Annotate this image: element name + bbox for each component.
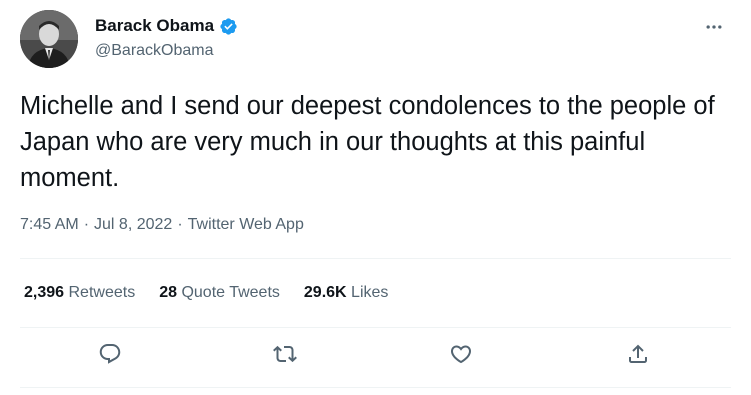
tweet-card: Barack Obama @BarackObama Michelle and I… bbox=[0, 0, 751, 395]
retweet-icon bbox=[273, 342, 297, 371]
divider bbox=[20, 327, 731, 328]
reply-icon bbox=[98, 342, 122, 371]
name-row: Barack Obama bbox=[95, 14, 238, 38]
verified-badge-icon bbox=[219, 17, 238, 36]
reply-button[interactable] bbox=[97, 343, 123, 369]
share-button[interactable] bbox=[625, 343, 651, 369]
divider bbox=[20, 258, 731, 259]
retweet-button[interactable] bbox=[272, 343, 298, 369]
meta-separator: · bbox=[177, 216, 183, 233]
tweet-text: Michelle and I send our deepest condolen… bbox=[20, 92, 715, 192]
more-icon[interactable] bbox=[703, 16, 725, 38]
quote-tweets-count: 28 bbox=[159, 284, 177, 301]
likes-count: 29.6K bbox=[303, 284, 347, 301]
tweet-source[interactable]: Twitter Web App bbox=[188, 216, 304, 234]
quote-tweets-stat[interactable]: 28 Quote Tweets bbox=[159, 284, 280, 302]
tweet-time[interactable]: 7:45 AM bbox=[20, 216, 79, 234]
tweet-date[interactable]: Jul 8, 2022 bbox=[94, 216, 172, 234]
retweets-stat[interactable]: 2,396 Retweets bbox=[24, 284, 135, 302]
avatar[interactable] bbox=[20, 10, 78, 68]
retweets-label: Retweets bbox=[68, 284, 136, 301]
like-button[interactable] bbox=[448, 343, 474, 369]
divider bbox=[20, 387, 731, 388]
user-handle[interactable]: @BarackObama bbox=[95, 42, 238, 60]
quote-tweets-label: Quote Tweets bbox=[181, 284, 280, 301]
tweet-meta: 7:45 AM · Jul 8, 2022 · Twitter Web App bbox=[20, 216, 304, 234]
heart-icon bbox=[449, 342, 473, 371]
meta-separator: · bbox=[83, 216, 90, 233]
author-info: Barack Obama @BarackObama bbox=[95, 14, 238, 60]
tweet-actions bbox=[0, 343, 751, 371]
tweet-stats: 2,396 Retweets 28 Quote Tweets 29.6K Lik… bbox=[24, 284, 388, 302]
retweets-count: 2,396 bbox=[24, 284, 65, 301]
likes-label: Likes bbox=[351, 284, 389, 301]
tweet-header: Barack Obama @BarackObama bbox=[20, 10, 731, 70]
share-icon bbox=[626, 342, 650, 371]
display-name[interactable]: Barack Obama bbox=[95, 16, 214, 36]
likes-stat[interactable]: 29.6K Likes bbox=[304, 284, 389, 302]
